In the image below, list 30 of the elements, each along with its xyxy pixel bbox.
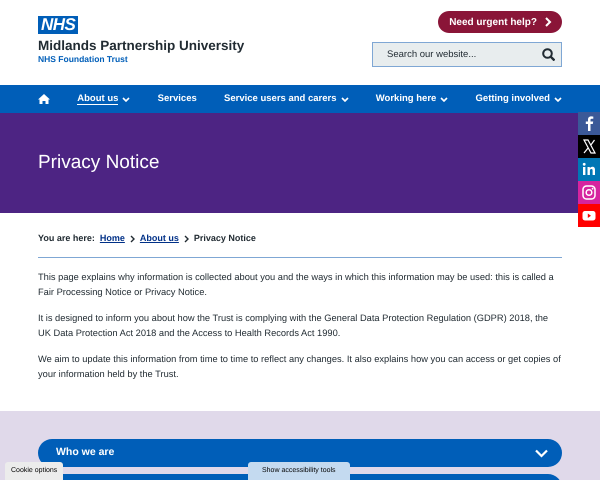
breadcrumb-link[interactable]: Home: [100, 232, 125, 246]
nav-link[interactable]: Service users and carers: [224, 92, 349, 106]
nav-link[interactable]: Getting involved: [476, 92, 562, 106]
nav-link[interactable]: Services: [158, 92, 197, 106]
linkedin-icon[interactable]: [578, 158, 600, 181]
breadcrumb-current: Privacy Notice: [194, 232, 256, 245]
accordion-header[interactable]: Who we are: [38, 439, 562, 467]
organisation-name: Midlands Partnership University: [38, 38, 244, 54]
instagram-icon[interactable]: [578, 181, 600, 204]
nhs-logo[interactable]: NHS: [38, 16, 78, 34]
paragraph: It is designed to inform you about how the Trust is complying with the General Data Protection Regulation (GDPR) 2018, the UK Data Protection Act 2018 and the Access to Health Records Act 1990.: [38, 312, 550, 340]
x-logo-icon[interactable]: [578, 135, 600, 158]
urgent-help-button[interactable]: Need urgent help?: [438, 11, 562, 33]
paragraph: We aim to update this information from time to time to reflect any changes. It also explains how you can access or get copies of your information held by the Trust.: [38, 352, 562, 381]
facebook-icon[interactable]: [578, 112, 600, 135]
page-title: Privacy Notice: [38, 152, 160, 174]
chevron-down-icon: [535, 448, 548, 458]
search-field[interactable]: Search our website...: [372, 42, 562, 67]
organisation-subtitle: NHS Foundation Trust: [38, 53, 129, 66]
nav-link[interactable]: Working here: [376, 92, 448, 106]
home-icon[interactable]: [38, 94, 50, 104]
chevron-right-icon: [184, 234, 189, 243]
chevron-right-icon: [545, 17, 552, 27]
nav-link[interactable]: About us: [77, 93, 130, 105]
breadcrumb-link[interactable]: About us: [140, 232, 179, 246]
search-icon[interactable]: [542, 48, 555, 61]
breadcrumb-label: You are here:: [38, 232, 95, 245]
chevron-right-icon: [130, 234, 135, 243]
youtube-icon[interactable]: [578, 204, 600, 227]
paragraph: This page explains why information is collected about you and the ways in which this information may be used: this is called a Fair Processing Notice or Privacy Notice.: [38, 270, 555, 299]
